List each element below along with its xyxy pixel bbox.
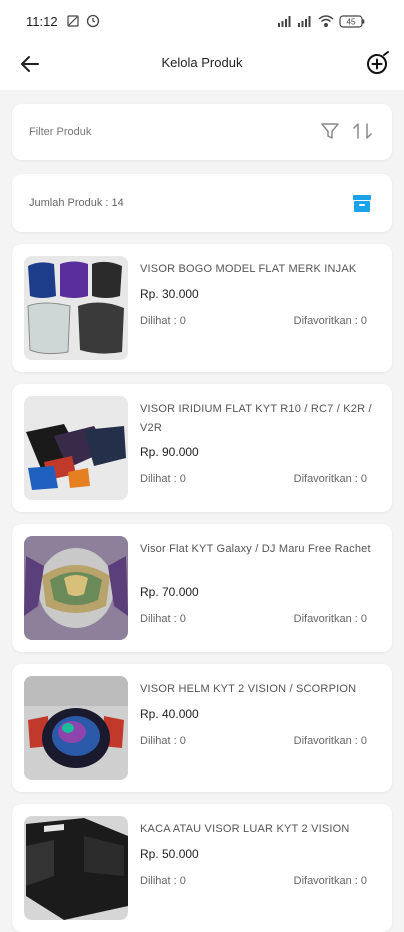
product-count: Jumlah Produk : 14 (29, 197, 124, 209)
product-favorites: Difavoritkan : 0 (293, 613, 367, 625)
product-card[interactable]: Visor Flat KYT Galaxy / DJ Maru Free Rac… (12, 524, 392, 652)
battery-icon: 45 (339, 15, 365, 28)
signal-icon-2 (298, 16, 311, 27)
product-favorites: Difavoritkan : 0 (293, 735, 367, 747)
signal-icon (278, 16, 291, 27)
product-favorites: Difavoritkan : 0 (293, 315, 367, 327)
product-image (24, 396, 128, 500)
notification-icons (67, 14, 100, 28)
product-card[interactable]: VISOR BOGO MODEL FLAT MERK INJAK Rp. 30.… (12, 244, 392, 372)
product-views: Dilihat : 0 (140, 315, 186, 327)
product-image (24, 536, 128, 640)
filter-bar[interactable]: Filter Produk (12, 104, 392, 160)
product-views: Dilihat : 0 (140, 613, 186, 625)
page-title: Kelola Produk (161, 55, 243, 70)
product-views: Dilihat : 0 (140, 473, 186, 485)
product-price: Rp. 90.000 (140, 445, 199, 459)
product-image (24, 816, 128, 920)
product-price: Rp. 70.000 (140, 585, 199, 599)
product-name: VISOR HELM KYT 2 VISION / SCORPION (140, 683, 357, 695)
product-name: Visor Flat KYT Galaxy / DJ Maru Free Rac… (140, 543, 371, 555)
product-name: KACA ATAU VISOR LUAR KYT 2 VISION (140, 823, 350, 835)
product-favorites: Difavoritkan : 0 (293, 473, 367, 485)
status-bar: 11:12 45 (0, 0, 404, 40)
filter-input-placeholder[interactable]: Filter Produk (29, 126, 91, 138)
product-card[interactable]: KACA ATAU VISOR LUAR KYT 2 VISION Rp. 50… (12, 804, 392, 932)
product-count-bar: Jumlah Produk : 14 (12, 174, 392, 232)
product-price: Rp. 50.000 (140, 847, 199, 861)
product-name: VISOR BOGO MODEL FLAT MERK INJAK (140, 263, 357, 275)
product-views: Dilihat : 0 (140, 875, 186, 887)
product-image (24, 676, 128, 780)
product-price: Rp. 30.000 (140, 287, 199, 301)
product-image (24, 256, 128, 360)
system-status-icons: 45 (278, 15, 365, 28)
filter-icon[interactable] (320, 121, 340, 141)
sort-icon[interactable] (352, 121, 374, 141)
wifi-icon (318, 15, 334, 27)
product-name: VISOR IRIDIUM FLAT KYT R10 / RC7 / K2R /… (140, 403, 372, 434)
archive-icon[interactable] (351, 192, 373, 214)
app-bar: Kelola Produk (0, 40, 404, 90)
battery-level: 45 (347, 18, 356, 27)
product-card[interactable]: VISOR HELM KYT 2 VISION / SCORPION Rp. 4… (12, 664, 392, 792)
product-favorites: Difavoritkan : 0 (293, 875, 367, 887)
product-views: Dilihat : 0 (140, 735, 186, 747)
add-product-icon[interactable] (364, 50, 392, 78)
product-price: Rp. 40.000 (140, 707, 199, 721)
product-card[interactable]: VISOR IRIDIUM FLAT KYT R10 / RC7 / K2R /… (12, 384, 392, 512)
